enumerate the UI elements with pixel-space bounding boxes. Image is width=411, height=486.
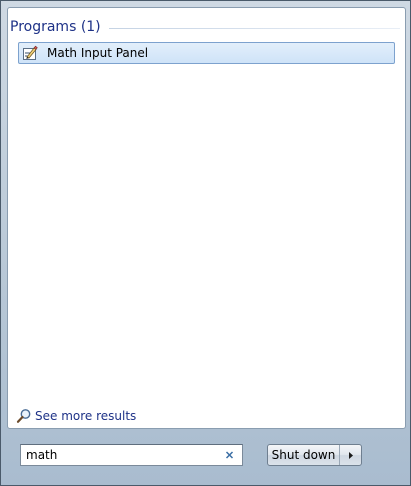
magnifier-icon xyxy=(16,408,32,424)
shutdown-button[interactable]: Shut down xyxy=(268,445,340,465)
see-more-label: See more results xyxy=(35,409,137,423)
results-group-header: Programs (1) xyxy=(10,18,400,36)
group-title: Programs (1) xyxy=(10,19,101,35)
search-input[interactable] xyxy=(26,446,214,464)
triangle-right-icon xyxy=(348,451,353,459)
search-results-pane xyxy=(7,7,406,429)
group-divider xyxy=(108,27,400,29)
start-menu: Programs (1) Math Input Panel See more r… xyxy=(0,0,411,486)
shutdown-options-button[interactable] xyxy=(340,445,361,465)
result-item-math-input-panel[interactable]: Math Input Panel xyxy=(18,42,395,64)
clear-x-icon[interactable] xyxy=(224,449,236,461)
see-more-results-link[interactable]: See more results xyxy=(16,408,136,424)
shutdown-split-button: Shut down xyxy=(267,444,362,466)
search-box[interactable] xyxy=(20,444,243,466)
math-input-panel-icon xyxy=(23,45,39,61)
result-label: Math Input Panel xyxy=(47,46,149,60)
